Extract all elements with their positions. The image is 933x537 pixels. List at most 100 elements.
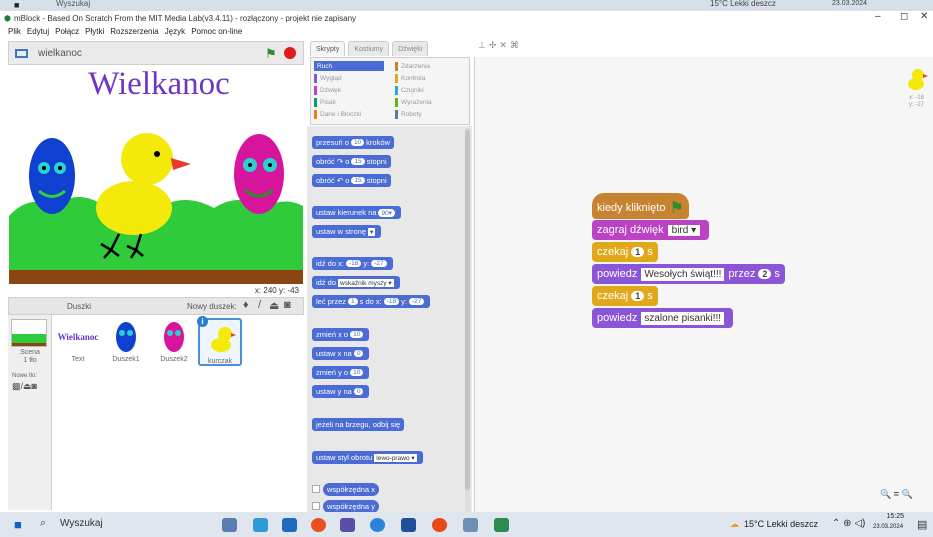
block-goto-target[interactable]: idź do wskaźnik myszy ▾ (312, 276, 400, 289)
script-area[interactable]: x: -18 y: -27 kiedy kliknięto ⚑ zagraj d… (474, 57, 933, 512)
category-operators[interactable]: Wyrażenia (395, 97, 432, 107)
grow-icon[interactable]: ✕ (499, 40, 510, 50)
new-background-icons[interactable]: ▩/⏏◙ (12, 381, 37, 392)
stage-canvas[interactable]: Wielkanoc (9, 66, 303, 287)
block-turn-right[interactable]: obróć ↷ o 15 stopni (312, 155, 391, 168)
block-when-flag-clicked[interactable]: kiedy kliknięto ⚑ (592, 193, 689, 219)
block-set-y[interactable]: ustaw y na 0 (312, 385, 370, 398)
category-control[interactable]: Kontrola (395, 73, 425, 83)
reporter-y-position[interactable]: współrzędna y (323, 500, 379, 512)
ground-strip (9, 270, 303, 284)
upload-sprite-icon[interactable]: ⏏ (269, 299, 279, 312)
block-play-sound[interactable]: zagraj dźwięk bird ▾ (592, 220, 710, 240)
category-data[interactable]: Dane i Bloczki (314, 109, 361, 119)
scene-thumbnail[interactable] (11, 319, 47, 347)
category-sensing[interactable]: Czujniki (395, 85, 424, 95)
block-change-y[interactable]: zmień y o 10 (312, 366, 370, 379)
brush-icon[interactable]: / (258, 299, 261, 311)
palette-scrollbar-thumb[interactable] (465, 130, 470, 490)
block-say-for[interactable]: powiedz Wesołych świąt!!! przez 2 s (592, 264, 785, 284)
menu-edit[interactable]: Edytuj (27, 27, 49, 36)
mblock-taskbar-icon[interactable] (494, 518, 509, 532)
ypos-checkbox[interactable] (312, 502, 320, 510)
sprite-duszek2[interactable]: Duszek2 (152, 318, 196, 368)
camera-icon[interactable]: ◙ (284, 299, 291, 311)
search-icon[interactable]: ⌕ (40, 517, 46, 530)
tab-scripts[interactable]: Skrypty (310, 41, 346, 56)
reporter-x-position[interactable]: współrzędna x (323, 483, 379, 496)
taskbar-search-box[interactable]: Wyszukaj (60, 518, 103, 529)
sprite-position-readout: x: -18 y: -27 (909, 95, 924, 109)
menu-connect[interactable]: Połącz (55, 27, 79, 36)
shrink-icon[interactable]: ⌘ (510, 40, 522, 50)
minimize-button[interactable]: – (875, 11, 881, 22)
fullscreen-icon[interactable] (15, 48, 28, 58)
coord-x-value: 240 (263, 286, 277, 295)
duplicate-icon[interactable]: ⊥ (478, 40, 489, 50)
app-icon-3[interactable] (311, 518, 326, 532)
stop-icon[interactable] (284, 47, 296, 59)
menu-extensions[interactable]: Rozszerzenia (110, 27, 158, 36)
block-say[interactable]: powiedz szalone pisanki!!! (592, 308, 734, 328)
app-icon-5[interactable] (370, 518, 385, 532)
block-rotation-style[interactable]: ustaw styl obrotu lewo-prawo ▾ (312, 451, 423, 464)
say-text-input[interactable]: Wesołych świąt!!! (641, 267, 725, 281)
app-icon-8[interactable] (463, 518, 478, 532)
menu-file[interactable]: Plik (8, 27, 21, 36)
clock-time: 15:25 (886, 513, 904, 520)
project-name[interactable]: wielkanoc (38, 48, 82, 59)
block-point-towards[interactable]: ustaw w stronę ▾ (312, 225, 382, 238)
paint-sprite-icon[interactable]: ♦ (243, 299, 249, 311)
sprite-duszek1[interactable]: Duszek1 (104, 318, 148, 368)
close-button[interactable]: ✕ (920, 11, 928, 22)
menu-boards[interactable]: Płytki (85, 27, 104, 36)
sprite-text[interactable]: Wielkanoc Text (56, 318, 100, 368)
app-icon-4[interactable] (340, 518, 355, 532)
tab-sounds[interactable]: Dźwięki (392, 41, 429, 56)
info-icon[interactable]: i (197, 316, 208, 327)
wait-seconds-input[interactable]: 1 (631, 291, 645, 301)
block-move[interactable]: przesuń o 10 kroków (312, 136, 394, 149)
task-view-icon[interactable] (222, 518, 237, 532)
sound-dropdown[interactable]: bird ▾ (667, 224, 701, 236)
tab-costumes[interactable]: Kostiumy (348, 41, 390, 56)
category-robots[interactable]: Roboty (395, 109, 422, 119)
block-glide[interactable]: leć przez 1 s do x: -18 y: -27 (312, 295, 431, 308)
block-point-direction[interactable]: ustaw kierunek na 90▾ (312, 206, 401, 219)
block-set-x[interactable]: ustaw x na 0 (312, 347, 370, 360)
delete-icon[interactable]: ✢ (489, 40, 500, 50)
app-icon-1[interactable] (253, 518, 268, 532)
app-icon-7[interactable] (432, 518, 447, 532)
menu-help[interactable]: Pomoc on-line (191, 27, 242, 36)
weather-text[interactable]: 15°C Lekki deszcz (744, 519, 818, 529)
app-icon-6[interactable] (401, 518, 416, 532)
tray-icons[interactable]: ⌃ ⊕ ◁) (832, 518, 865, 529)
notification-icon[interactable]: ▤ (917, 518, 927, 531)
taskbar-search[interactable]: Wyszukaj (56, 0, 90, 8)
block-change-x[interactable]: zmień x o 10 (312, 328, 370, 341)
say-seconds-input[interactable]: 2 (758, 269, 772, 279)
scene-column: Scena 1 tło Nowe tło: ▩/⏏◙ (8, 315, 52, 510)
block-goto-xy[interactable]: idź do x: -18 y: -27 (312, 257, 393, 270)
block-categories: Ruch Zdarzenia Wygląd Kontrola Dźwięk Cz… (310, 57, 470, 125)
block-turn-left[interactable]: obróć ↶ o 15 stopni (312, 174, 391, 187)
block-wait-2[interactable]: czekaj 1 s (592, 286, 658, 306)
green-flag-icon[interactable]: ⚑ (265, 46, 277, 62)
block-wait-1[interactable]: czekaj 1 s (592, 242, 658, 262)
menu-language[interactable]: Język (165, 27, 185, 36)
maximize-button[interactable]: ◻ (900, 11, 908, 22)
app-icon-2[interactable] (282, 518, 297, 532)
category-looks[interactable]: Wygląd (314, 73, 342, 83)
windows-start-icon[interactable]: ■ (14, 517, 22, 532)
zoom-controls[interactable]: 🔍 = 🔍 (880, 489, 913, 500)
block-bounce[interactable]: jeżeli na brzegu, odbij się (312, 418, 405, 431)
say-text-input[interactable]: szalone pisanki!!! (641, 311, 725, 325)
category-events[interactable]: Zdarzenia (395, 61, 430, 71)
sprite-kurczak-selected[interactable]: kurczak i (197, 316, 242, 366)
category-pen[interactable]: Pisak (314, 97, 336, 107)
windows-icon[interactable]: ■ (14, 0, 19, 10)
xpos-checkbox[interactable] (312, 485, 320, 493)
category-motion[interactable]: Ruch (314, 61, 384, 71)
wait-seconds-input[interactable]: 1 (631, 247, 645, 257)
category-sound[interactable]: Dźwięk (314, 85, 341, 95)
